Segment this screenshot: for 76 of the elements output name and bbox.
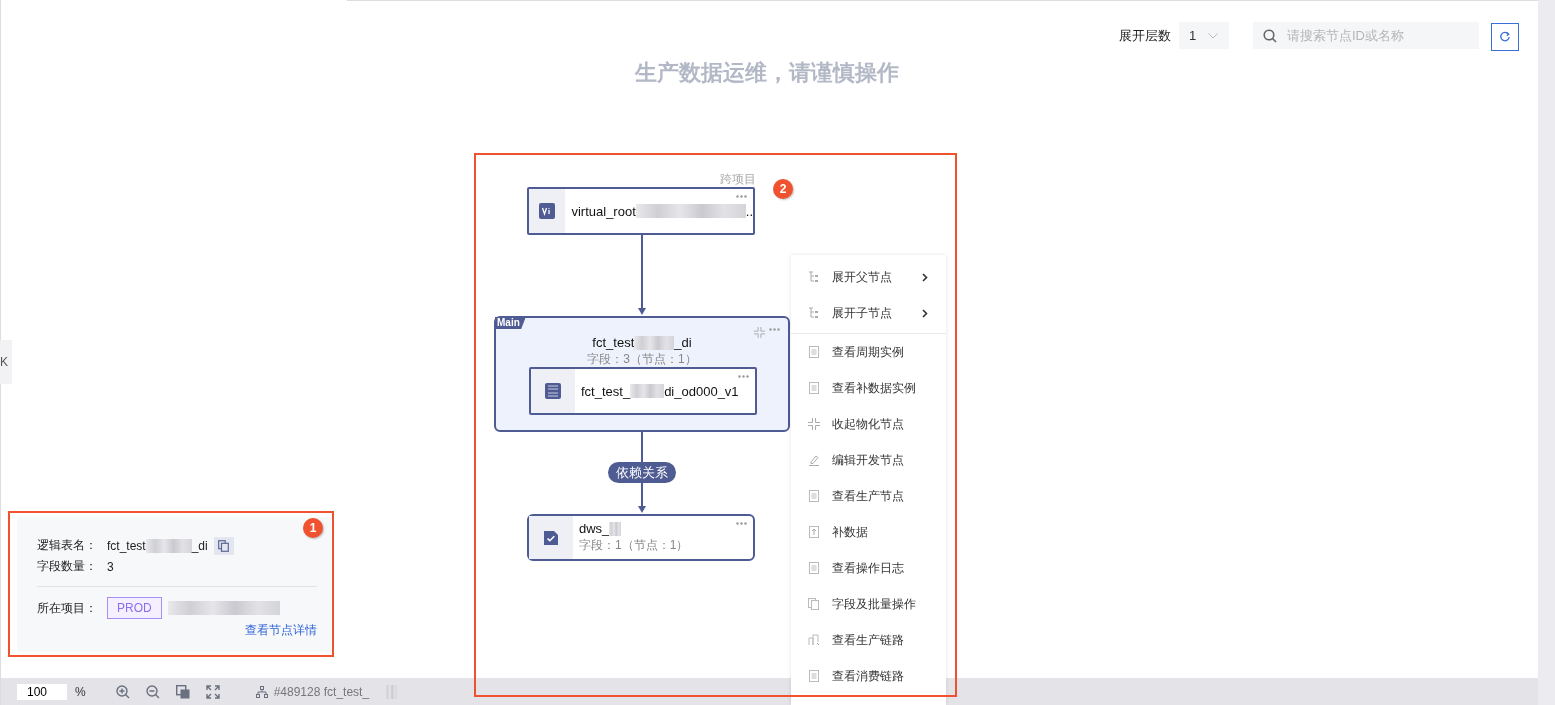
pencil-icon <box>808 454 820 466</box>
fit-view-icon[interactable] <box>175 684 190 699</box>
chevron-down-icon <box>1208 32 1219 39</box>
menu-item[interactable]: 查看生产链路 <box>791 622 946 658</box>
menu-item[interactable]: 收起物化节点 <box>791 406 946 442</box>
document-icon <box>808 346 820 358</box>
zoom-input[interactable]: 100 <box>17 683 67 700</box>
chart-document-icon <box>808 634 820 646</box>
more-icon[interactable] <box>736 522 747 525</box>
field-count-text: 字段：3（节点：1） <box>586 351 698 368</box>
node-card[interactable]: dws_ 字段：1（节点：1） <box>527 514 755 561</box>
zoom-in-icon[interactable] <box>115 684 130 699</box>
group-name-suffix: _di <box>674 335 692 350</box>
search-field[interactable]: 请搜索节点ID或名称 <box>1253 22 1479 49</box>
node-name: virtual_root <box>571 203 636 219</box>
cross-project-label: 跨项目 <box>720 171 756 188</box>
more-icon[interactable] <box>738 375 749 378</box>
refresh-icon <box>1499 31 1511 43</box>
node-card[interactable]: virtual_root .. <box>527 187 755 235</box>
fullscreen-icon[interactable] <box>205 684 220 699</box>
menu-item[interactable]: 补数据 <box>791 514 946 550</box>
main-tag: Main <box>495 317 526 329</box>
node-card[interactable]: fct_test_ di_od000_v1 <box>529 367 757 415</box>
search-icon <box>1263 29 1277 43</box>
ellipsis-text: .. <box>745 203 753 219</box>
upload-icon <box>808 526 820 538</box>
hierarchy-icon <box>808 271 820 283</box>
menu-item[interactable]: 查看操作日志 <box>791 550 946 586</box>
warning-banner-text: 生产数据运维，请谨慎操作 <box>633 59 900 87</box>
hierarchy-icon <box>808 307 820 319</box>
levels-label: 展开层数 <box>1119 26 1171 45</box>
scrollbar[interactable] <box>1538 0 1555 705</box>
menu-item[interactable]: 字段及批量操作 <box>791 586 946 622</box>
copy-icon <box>218 539 230 552</box>
collapse-icon <box>808 418 820 430</box>
zoom-out-icon[interactable] <box>145 684 160 699</box>
more-icon[interactable] <box>769 328 780 331</box>
group-name: fct_test <box>592 335 635 350</box>
annotation-badge: 2 <box>773 179 793 199</box>
virtual-node-icon <box>539 203 556 219</box>
menu-item[interactable]: 编辑开发节点 <box>791 442 946 478</box>
database-node-icon <box>545 383 561 399</box>
more-icon[interactable] <box>736 195 747 198</box>
field-value-suffix: _di <box>191 538 208 553</box>
field-label: 逻辑表名： <box>37 537 98 554</box>
menu-item[interactable]: 查看补数据实例 <box>791 370 946 406</box>
group-card[interactable]: Main fct_test _di 字段：3（节点：1） fct_test_ di_od000_v1 <box>494 316 790 432</box>
node-details-link[interactable]: 查看节点详情 <box>245 622 317 639</box>
document-icon <box>808 382 820 394</box>
menu-item[interactable]: 查看周期实例 <box>791 334 946 370</box>
levels-dropdown[interactable]: 1 <box>1179 22 1229 49</box>
hierarchy-icon <box>255 685 268 698</box>
menu-item[interactable]: 展开子节点 <box>791 295 946 331</box>
node-reference-text: #489128 fct_test_ <box>273 684 370 699</box>
field-count-text: 字段：1（节点：1） <box>579 537 690 554</box>
side-tab[interactable]: K <box>0 340 12 384</box>
field-value: fct_test <box>107 538 146 553</box>
environment-tag: PROD <box>107 597 162 619</box>
edge-label: 依赖关系 <box>608 462 676 483</box>
node-name: dws_ <box>579 521 610 536</box>
copy-button[interactable] <box>213 536 234 555</box>
field-label: 所在项目： <box>37 599 98 617</box>
menu-item[interactable]: 展开父节点 <box>791 259 946 295</box>
menu-item[interactable]: 查看生产节点 <box>791 478 946 514</box>
document-icon <box>808 490 820 502</box>
zoom-unit: % <box>75 684 86 699</box>
check-document-icon <box>543 529 559 546</box>
node-name: fct_test_ <box>581 383 631 399</box>
field-label: 字段数量： <box>37 558 98 575</box>
field-value: 3 <box>107 559 114 574</box>
copy-icon <box>808 598 820 610</box>
node-name-suffix: di_od000_v1 <box>664 383 739 399</box>
menu-item[interactable]: 查看消费链路 <box>791 658 946 694</box>
refresh-button[interactable] <box>1491 23 1519 51</box>
document-icon <box>808 562 820 574</box>
document-icon <box>808 670 820 682</box>
